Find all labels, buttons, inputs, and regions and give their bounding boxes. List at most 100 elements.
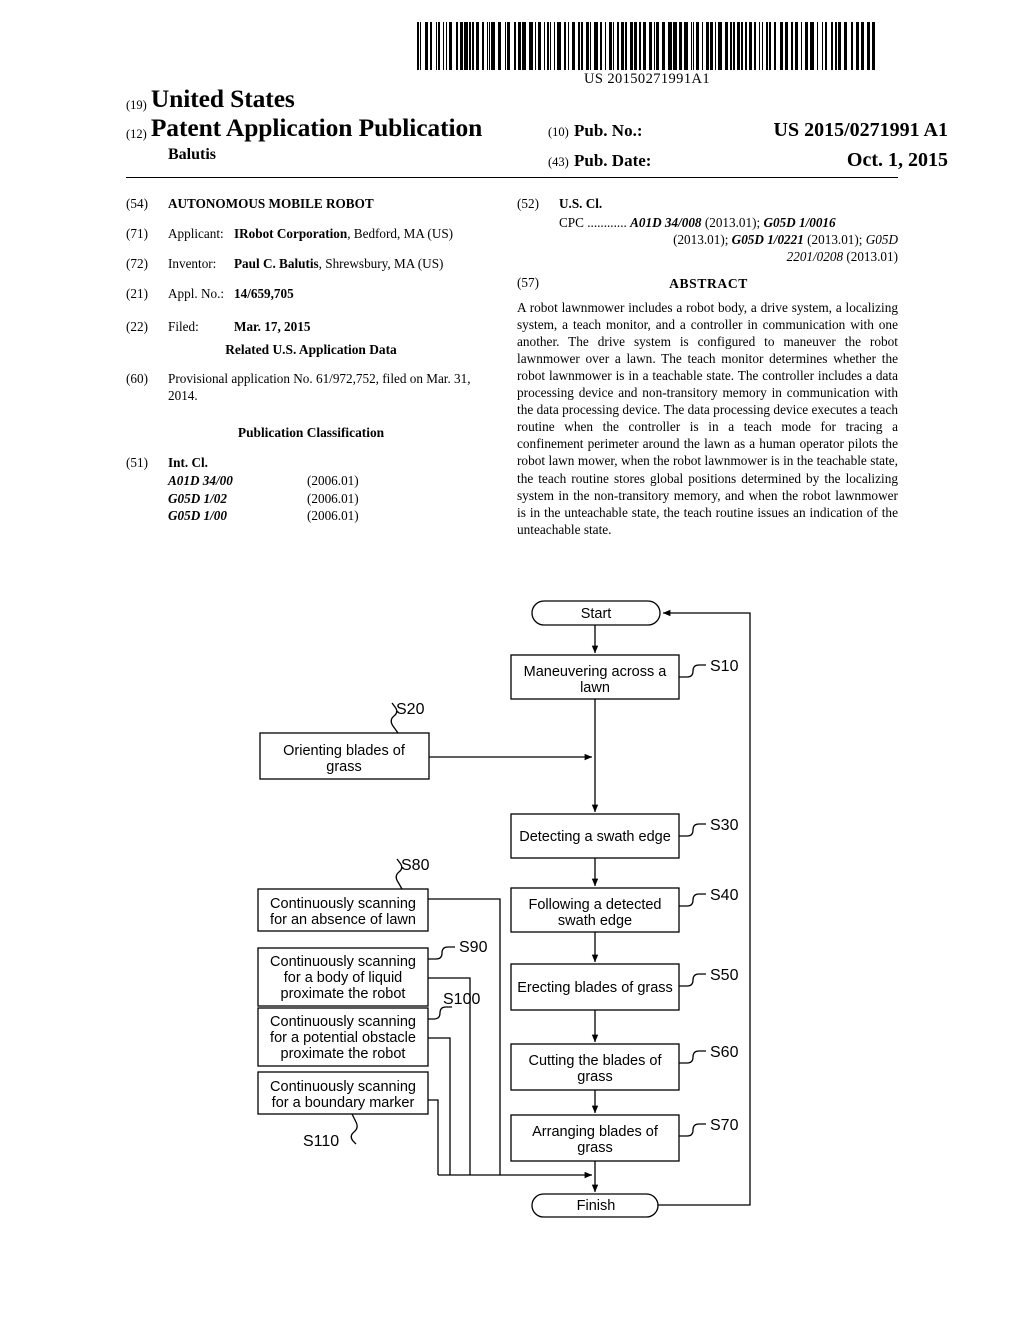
author-name: Balutis [168, 146, 217, 163]
pub-no-label: Pub. No.: [574, 121, 643, 140]
flowchart-connectors [428, 609, 751, 1206]
country-line: (19) United States [126, 84, 295, 114]
flow-node-s40-line2: swath edge [558, 913, 632, 929]
int-cl-code: G05D 1/02 [168, 490, 227, 506]
publication-classification-heading: Publication Classification [237, 425, 385, 441]
flow-node-s60-line2: grass [577, 1069, 612, 1085]
provisional-text: Provisional application No. 61/972,752, … [168, 370, 471, 403]
cpc-class-3: G05D 1/0221 [731, 232, 804, 248]
pub-date-value: Oct. 1, 2015 [846, 149, 948, 171]
filed-body: Filed: Mar. 17, 2015 [168, 319, 496, 336]
pub-no-row: (10) Pub. No.: US 2015/0271991 A1 [548, 119, 948, 142]
int-cl-version: (2006.01) [307, 473, 359, 489]
int-cl-label: Int. Cl. [168, 454, 208, 470]
barcode-image [417, 22, 875, 70]
abstract-heading-row: (57) ABSTRACT [517, 275, 898, 292]
flow-tag-s110: S110 [303, 1133, 339, 1150]
flow-node-s20-line2: grass [326, 759, 361, 775]
flow-tag-s20: S20 [396, 701, 425, 718]
field-inventor: (72) Inventor: Paul C. Balutis, Shrewsbur… [126, 256, 496, 273]
cpc-version-1: (2013.01); [701, 214, 764, 230]
header-divider [126, 177, 898, 178]
flow-node-s100: Continuously scanning for a potential ob… [257, 991, 480, 1067]
table-row: G05D 1/02 (2006.01) [168, 490, 496, 507]
flow-node-s90-line1: Continuously scanning [270, 954, 416, 970]
flow-tag-s30: S30 [710, 817, 739, 834]
applicant-location: , Bedford, MA (US) [347, 225, 454, 241]
flow-node-s10: Maneuvering across a lawn S10 [510, 654, 739, 700]
int-cl-table: A01D 34/00 (2006.01) G05D 1/02 (2006.01)… [168, 472, 496, 523]
field-us-cl: (52) U.S. Cl. CPC ............ A01D 34/0… [517, 196, 898, 265]
appl-no-body: Appl. No.: 14/659,705 [168, 286, 496, 303]
field-applicant: (71) Applicant: IRobot Corporation, Bedfo… [126, 226, 496, 243]
field-code-51: (51) [126, 454, 148, 470]
flow-node-s90: Continuously scanning for a body of liqu… [257, 939, 488, 1007]
flow-node-s10-line2: lawn [580, 680, 610, 696]
flow-node-s80-line1: Continuously scanning [270, 896, 416, 912]
bibliographic-left-column: (54) AUTONOMOUS MOBILE ROBOT (71) Applic… [126, 196, 496, 524]
flow-node-s70-line1: Arranging blades of [532, 1124, 659, 1140]
flow-node-s60: Cutting the blades of grass S60 [510, 1043, 739, 1091]
code-10: (10) [548, 125, 569, 139]
inventor-location: , Shrewsbury, MA (US) [318, 255, 444, 271]
int-cl-version: (2006.01) [307, 490, 359, 506]
flow-node-s20: Orienting blades of grass S20 [259, 701, 430, 780]
flow-node-s40: Following a detected swath edge S40 [510, 887, 739, 933]
int-cl-code: A01D 34/00 [168, 473, 233, 489]
cpc-class-1: A01D 34/008 [630, 214, 702, 230]
flow-node-start-label: Start [581, 606, 612, 622]
field-code-57: (57) [517, 275, 539, 291]
flow-node-s90-line3: proximate the robot [281, 986, 406, 1002]
code-12: (12) [126, 127, 147, 141]
inventor-body: Inventor: Paul C. Balutis, Shrewsbury, MA… [168, 256, 496, 273]
flow-node-s30: Detecting a swath edge S30 [510, 813, 739, 859]
flow-node-s40-line1: Following a detected [529, 897, 662, 913]
cpc-version-4: (2013.01) [843, 249, 898, 265]
author-line: Balutis [168, 146, 216, 164]
flow-node-s50: Erecting blades of grass S50 [510, 963, 739, 1011]
appl-no-value: 14/659,705 [234, 285, 294, 301]
bibliographic-right-column: (52) U.S. Cl. CPC ............ A01D 34/0… [517, 196, 898, 538]
flow-node-s30-line1: Detecting a swath edge [519, 829, 671, 845]
table-row: G05D 1/00 (2006.01) [168, 507, 496, 524]
code-19: (19) [126, 98, 147, 112]
cpc-version-3: (2013.01); [803, 232, 866, 248]
flow-node-s70: Arranging blades of grass S70 [510, 1114, 739, 1162]
invention-title: AUTONOMOUS MOBILE ROBOT [168, 196, 374, 211]
cpc-version-2: (2013.01); [673, 232, 732, 248]
cpc-line-1: CPC ............ A01D 34/008 (2013.01); … [559, 214, 898, 231]
flow-node-finish-label: Finish [577, 1198, 616, 1214]
flow-tag-s90: S90 [459, 939, 488, 956]
publication-meta: (10) Pub. No.: US 2015/0271991 A1 (43) P… [548, 119, 948, 172]
flow-node-s110-line2: for a boundary marker [272, 1095, 415, 1111]
country-name: United States [150, 84, 295, 113]
flow-tag-s50: S50 [710, 967, 739, 984]
pub-date-label: Pub. Date: [574, 151, 652, 170]
publication-number-barcode-text: US 20150271991A1 [583, 71, 711, 87]
flow-node-finish: Finish [531, 1193, 659, 1218]
us-cl-body: U.S. Cl. CPC ............ A01D 34/008 (2… [559, 196, 898, 265]
flow-node-s60-line1: Cutting the blades of [528, 1053, 662, 1069]
flow-node-s80-line2: for an absence of lawn [270, 912, 416, 928]
flow-node-s70-line2: grass [577, 1140, 612, 1156]
related-application-heading: Related U.S. Application Data [225, 342, 397, 358]
flow-tag-s80: S80 [401, 857, 430, 874]
flow-tag-s40: S40 [710, 887, 739, 904]
cpc-prefix: CPC ............ [559, 214, 627, 230]
field-code-72: (72) [126, 255, 148, 271]
flow-node-s10-line1: Maneuvering across a [524, 664, 668, 680]
int-cl-version: (2006.01) [307, 507, 359, 523]
flow-node-s110-line1: Continuously scanning [270, 1079, 416, 1095]
field-provisional: (60) Provisional application No. 61/972,… [126, 371, 496, 405]
flow-node-s100-line1: Continuously scanning [270, 1014, 416, 1030]
flow-node-s20-line1: Orienting blades of [283, 743, 406, 759]
code-43: (43) [548, 155, 569, 169]
pub-date-row: (43) Pub. Date: Oct. 1, 2015 [548, 149, 948, 172]
cpc-class-2: G05D 1/0016 [763, 214, 836, 230]
field-code-21: (21) [126, 285, 148, 301]
flow-node-s100-line2: for a potential obstacle [270, 1030, 416, 1046]
inventor-name: Paul C. Balutis [234, 255, 319, 271]
flow-tag-s70: S70 [710, 1117, 739, 1134]
field-code-52: (52) [517, 196, 539, 211]
barcode-block: US 20150271991A1 [417, 22, 877, 88]
